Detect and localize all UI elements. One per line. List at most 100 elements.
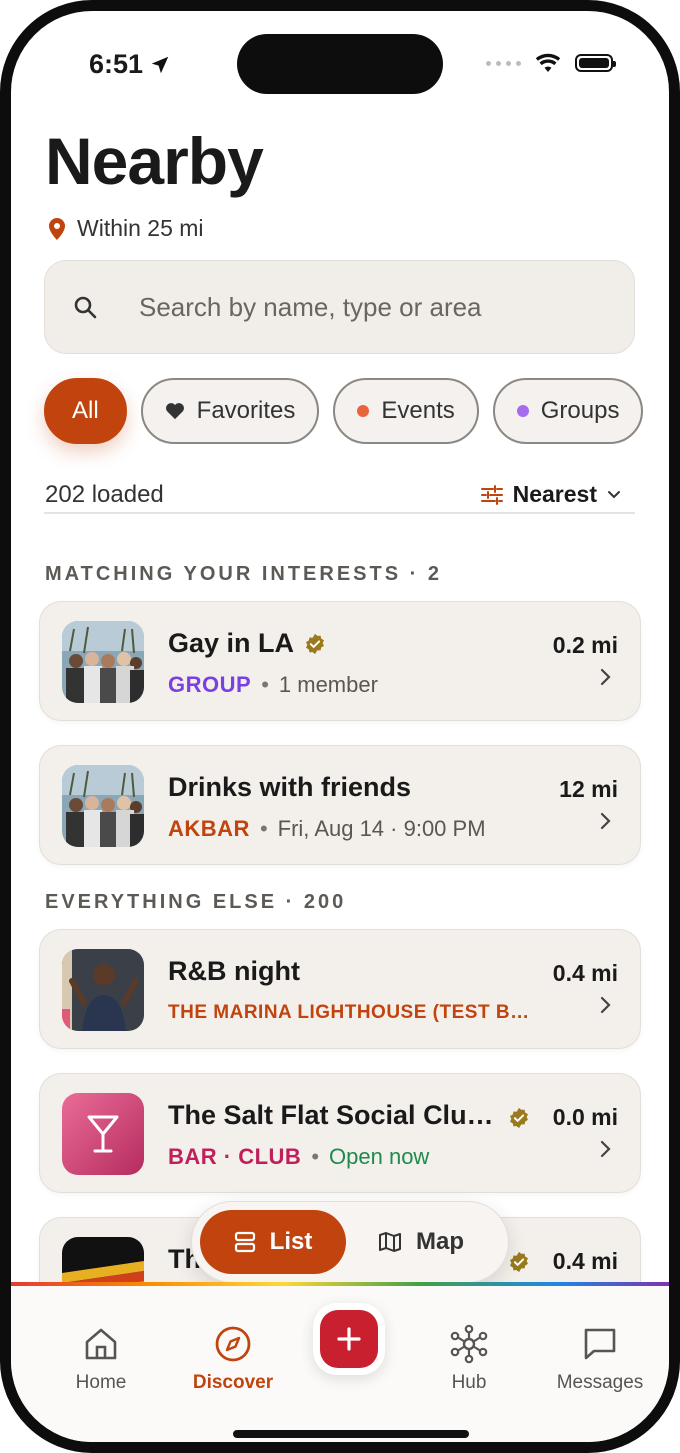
search-icon [73,295,97,319]
item-distance: 0.0 mi [552,1104,618,1130]
item-title: The Salt Flat Social Clu… [168,1100,494,1131]
list-view-button[interactable]: List [200,1210,346,1274]
list-item[interactable]: Drinks with friends AKBAR • Fri, Aug 14 … [39,745,641,865]
section-heading-everything-else: EVERYTHING ELSE · 200 [45,891,347,913]
sort-label: Nearest [512,481,597,507]
item-subtitle: BAR · CLUB • Open now [168,1144,429,1170]
chip-label: Events [381,397,455,424]
map-view-button[interactable]: Map [378,1210,464,1274]
separator: • [259,816,268,841]
tab-discover[interactable]: Discover [178,1324,288,1394]
location-radius[interactable]: Within 25 mi [49,215,204,242]
signal-icon [486,60,521,66]
item-title: R&B night [168,956,300,987]
item-distance: 0.4 mi [552,960,618,986]
screen: 6:51 Nearby Within 25 mi All Favorites [11,11,669,1442]
create-button[interactable] [313,1303,385,1375]
tab-hub[interactable]: Hub [414,1324,524,1394]
map-pin-icon [49,217,65,240]
dynamic-island [237,34,443,94]
item-meta: Fri, Aug 14 · 9:00 PM [277,816,486,841]
battery-icon [575,54,616,72]
item-title-text: Gay in LA [168,628,295,658]
radius-label: Within 25 mi [77,215,204,241]
item-distance: 12 mi [559,776,618,802]
sort-dropdown[interactable]: Nearest [480,481,621,508]
location-arrow-icon [151,56,169,73]
chevron-right-icon [600,812,611,830]
list-item[interactable]: Gay in LA GROUP • 1 member 0.2 mi [39,601,641,721]
chevron-right-icon [600,1140,611,1158]
tab-bar: Home Discover Hub Messages [11,1286,669,1442]
item-meta: 1 member [278,672,378,697]
item-distance: 0.2 mi [552,632,618,658]
item-tag: AKBAR [168,816,250,841]
map-label: Map [416,1228,464,1255]
home-indicator [233,1430,469,1438]
item-subtitle: AKBAR • Fri, Aug 14 · 9:00 PM [168,816,486,842]
section-heading-matching: MATCHING YOUR INTERESTS · 2 [45,563,442,585]
list-label: List [269,1228,313,1255]
chevron-right-icon [600,996,611,1014]
filter-chip-favorites[interactable]: Favorites [140,378,320,444]
crowd-photo [62,765,144,847]
compass-icon [178,1324,288,1364]
verified-badge-icon [508,1251,530,1273]
tab-messages[interactable]: Messages [545,1324,655,1394]
divider [44,512,635,514]
home-icon [46,1324,156,1364]
message-icon [545,1324,655,1364]
cocktail-icon [62,1093,144,1175]
item-title-text: The Salt Flat Social Clu… [168,1100,494,1130]
list-icon [234,1231,255,1253]
item-tag: THE MARINA LIGHTHOUSE (TEST B… [168,1002,530,1023]
tab-label: Messages [556,1372,644,1393]
results-count: 202 loaded [45,481,164,508]
crowd-photo [62,621,144,703]
filter-chip-all[interactable]: All [44,378,127,444]
item-tag: GROUP [168,672,252,697]
filter-chip-events[interactable]: Events [333,378,479,444]
verified-badge-icon [508,1107,530,1129]
item-distance: 0.4 mi [552,1248,618,1274]
verified-badge-icon [304,633,326,655]
item-title: Drinks with friends [168,772,411,803]
item-subtitle: THE MARINA LIGHTHOUSE (TEST B… [168,1002,530,1024]
events-dot-icon [357,405,370,417]
separator: • [261,672,269,697]
item-title-text: R&B night [168,956,300,986]
tab-label: Home [75,1372,127,1393]
heart-icon [165,403,184,420]
list-item[interactable]: R&B night THE MARINA LIGHTHOUSE (TEST B…… [39,929,641,1049]
phone-frame: 6:51 Nearby Within 25 mi All Favorites [0,0,680,1453]
chip-label: All [72,397,99,424]
chevron-right-icon [600,668,611,686]
search-input[interactable] [139,291,569,323]
search-bar[interactable] [44,260,635,354]
item-tag: BAR · CLUB [168,1144,302,1169]
page-title: Nearby [45,124,264,198]
chip-label: Favorites [196,397,296,424]
list-item[interactable]: The Salt Flat Social Clu… BAR · CLUB • O… [39,1073,641,1193]
status-time: 6:51 [89,49,171,80]
tab-home[interactable]: Home [46,1324,156,1394]
item-meta: Open now [329,1144,430,1169]
wifi-icon [535,53,561,72]
performer-photo [62,949,144,1031]
view-toggle: List Map [191,1201,509,1283]
item-title-text: Drinks with friends [168,772,412,802]
filter-chip-groups[interactable]: Groups [492,378,644,444]
tab-label: Discover [192,1372,274,1393]
separator: • [311,1144,320,1169]
chip-label: Groups [540,397,620,424]
map-icon [379,1232,401,1252]
item-subtitle: GROUP • 1 member [168,672,378,698]
filter-chips: All Favorites Events Groups [44,378,644,444]
tab-label: Hub [451,1372,487,1393]
network-icon [414,1324,524,1364]
plus-icon [320,1310,378,1368]
status-time-text: 6:51 [89,49,144,79]
status-icons [486,53,616,73]
item-title: Gay in LA [168,628,326,659]
groups-dot-icon [516,405,529,417]
